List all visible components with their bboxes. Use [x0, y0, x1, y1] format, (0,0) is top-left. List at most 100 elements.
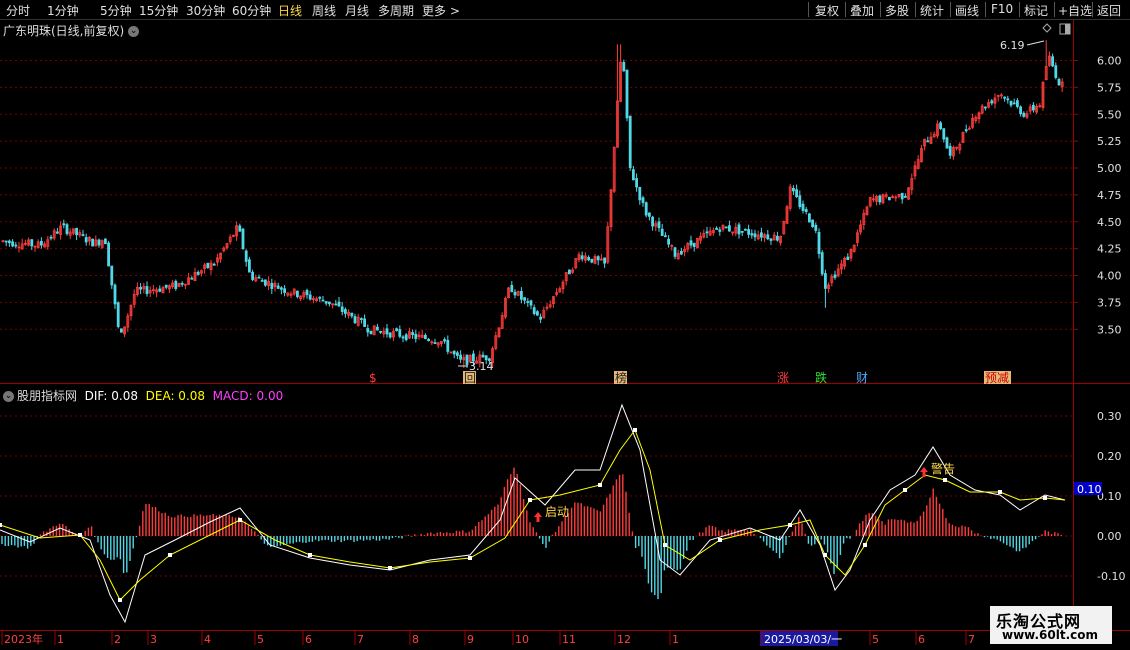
panel-frame — [0, 20, 1130, 631]
candle-down — [49, 236, 53, 239]
candle-down — [340, 306, 344, 312]
time-axis-label: 5 — [257, 633, 264, 646]
candle-down — [1009, 100, 1013, 106]
indicator-name[interactable]: 股朋指标网 — [17, 389, 77, 403]
event-marker-die[interactable]: 跌 — [815, 370, 827, 385]
candle-down — [523, 297, 526, 301]
kline-chart[interactable]: 6.00 5.75 5.50 5.25 5.00 4.75 4.50 4.25 4.00 3.75… — [0, 0, 1130, 650]
time-axis: 2023年 1 2 3 4 5 6 7 8 9 10 11 12 1 2025/03/03/一 5 6 7 — [1, 631, 975, 646]
candle-down — [689, 240, 693, 246]
candle-down — [1051, 56, 1054, 67]
chevron-down-icon[interactable]: ⌄ — [3, 391, 14, 402]
event-marker-dollar[interactable]: $ — [369, 371, 377, 385]
candle-down — [520, 290, 523, 300]
candle-down — [1012, 102, 1016, 105]
candle-down — [718, 229, 722, 232]
candle-down — [84, 237, 88, 243]
candle-down — [766, 234, 770, 240]
candle-down — [164, 284, 168, 288]
candle-down — [7, 240, 11, 244]
candle-down — [65, 224, 69, 235]
price-tick-label: 4.00 — [1097, 270, 1122, 283]
dea-marker — [718, 538, 722, 542]
candle-down — [452, 350, 456, 355]
candle-down — [196, 271, 200, 275]
event-marker-hui[interactable]: 回 — [464, 371, 476, 385]
candle-down — [804, 209, 808, 213]
candle-down — [369, 330, 373, 335]
dea-marker — [998, 490, 1002, 494]
candle-down — [283, 288, 287, 293]
candle-down — [692, 242, 696, 247]
macd-value: MACD: 0.00 — [212, 389, 284, 403]
price-tick-label: 5.50 — [1097, 108, 1122, 121]
dea-marker — [388, 566, 392, 570]
candle-down — [11, 241, 15, 247]
event-marker-cai[interactable]: 财 — [856, 371, 868, 385]
dea-marker — [788, 523, 792, 527]
candle-down — [660, 228, 664, 236]
candle-down — [334, 303, 338, 306]
watermark-url: www.60lt.com — [1002, 628, 1099, 642]
candle-down — [846, 256, 850, 261]
dea-marker — [78, 533, 82, 537]
candle-down — [817, 232, 821, 254]
candle-down — [753, 233, 757, 238]
time-axis-label: 11 — [562, 633, 576, 646]
event-marker-zhang[interactable]: 涨 — [777, 370, 789, 385]
candle-down — [206, 262, 210, 269]
candle-down — [596, 256, 600, 261]
candle-down — [833, 274, 837, 278]
candle-down — [14, 244, 18, 247]
candle-down — [1032, 104, 1035, 111]
macd-histogram — [1, 467, 1062, 600]
candle-down — [747, 229, 750, 235]
candle-down — [113, 284, 117, 305]
candle-down — [529, 300, 533, 306]
candle-down — [984, 106, 987, 109]
indicator-title-bar[interactable]: ⌄ 股朋指标网 DIF: 0.08 DEA: 0.08 MACD: 0.00 — [3, 387, 283, 404]
candle-down — [1019, 106, 1022, 115]
main-chart-title[interactable]: 广东明珠(日线,前复权) ⌄ — [3, 22, 140, 39]
event-marker-bang[interactable]: 榜 — [615, 370, 627, 385]
candle-down — [945, 137, 949, 149]
event-marker-yujian[interactable]: 预减 — [985, 371, 1009, 385]
candle-down — [760, 232, 763, 238]
window-toggle-fill — [1065, 24, 1070, 34]
candle-down — [180, 282, 184, 285]
chevron-down-icon[interactable]: ⌄ — [128, 26, 140, 37]
candle-down — [513, 291, 517, 296]
price-tick-label: 5.00 — [1097, 162, 1122, 175]
candle-down — [481, 354, 485, 358]
candle-down — [30, 239, 34, 247]
indicator-tick-label: -0.10 — [1097, 570, 1125, 583]
candle-down — [91, 238, 94, 247]
candle-down — [673, 247, 677, 257]
time-axis-label: 7 — [968, 633, 975, 646]
dea-marker — [943, 478, 947, 482]
candle-down — [526, 301, 530, 303]
candle-down — [375, 326, 379, 331]
watermark: 乐淘公式网 www.60lt.com — [990, 606, 1112, 644]
candle-down — [260, 280, 264, 282]
candle-down — [459, 354, 463, 360]
candle-down — [110, 265, 114, 286]
dea-marker — [468, 556, 472, 560]
diamond-icon[interactable] — [1042, 23, 1052, 33]
candle-down — [795, 189, 798, 198]
warn-signal-label: 警告 — [931, 461, 955, 476]
dea-marker — [823, 553, 827, 557]
dif-line — [0, 403, 1066, 624]
start-signal-icon — [534, 512, 542, 522]
candle-down — [241, 228, 245, 250]
candle-down — [750, 233, 754, 236]
indicator-tick-label: 0.20 — [1097, 450, 1122, 463]
candle-down — [145, 286, 149, 295]
candle-down — [97, 239, 101, 246]
candle-down — [1054, 65, 1058, 78]
candle-down — [625, 69, 629, 119]
candle-down — [728, 225, 731, 232]
candle-down — [190, 277, 194, 280]
candle-down — [1003, 96, 1006, 99]
candle-down — [878, 195, 882, 203]
